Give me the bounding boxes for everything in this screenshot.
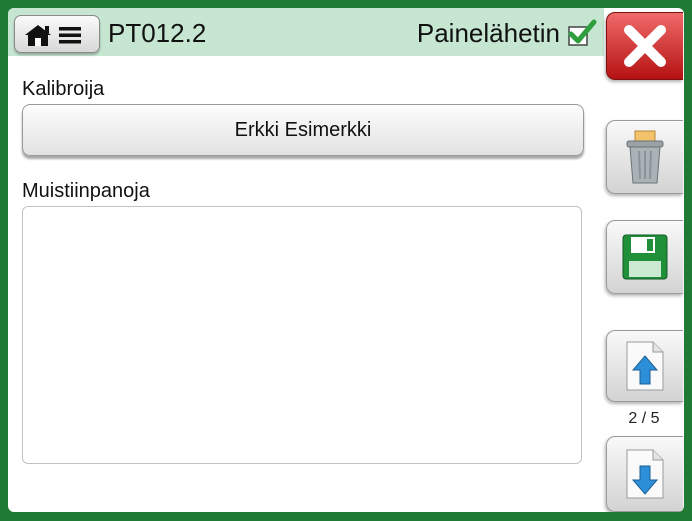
close-icon — [624, 25, 666, 67]
app-window: PT012.2 Painelähetin Kalibroija Erkki Es… — [8, 8, 684, 512]
page-down-icon — [626, 449, 664, 499]
page-up-button[interactable] — [606, 330, 683, 402]
calibrator-label: Kalibroija — [22, 78, 105, 100]
close-button[interactable] — [606, 12, 683, 80]
home-icon — [25, 25, 51, 46]
instrument-type: Painelähetin — [416, 18, 560, 48]
page-title: PT012.2 — [108, 18, 207, 48]
save-icon — [622, 234, 668, 280]
notes-label: Muistiinpanoja — [22, 180, 150, 202]
page-up-icon — [626, 341, 664, 391]
header-bar: PT012.2 Painelähetin — [8, 8, 604, 56]
calibrator-button[interactable]: Erkki Esimerkki — [22, 104, 584, 156]
save-button[interactable] — [606, 220, 683, 294]
check-icon — [568, 19, 597, 46]
page-indicator: 2 / 5 — [628, 410, 660, 427]
delete-button[interactable] — [606, 120, 683, 194]
menu-icon — [59, 27, 81, 44]
home-menu-button[interactable] — [14, 15, 100, 53]
trash-icon — [626, 130, 664, 184]
page-down-button[interactable] — [606, 436, 683, 512]
side-toolbar: 2 / 5 — [604, 8, 684, 512]
notes-textarea[interactable] — [22, 206, 582, 464]
